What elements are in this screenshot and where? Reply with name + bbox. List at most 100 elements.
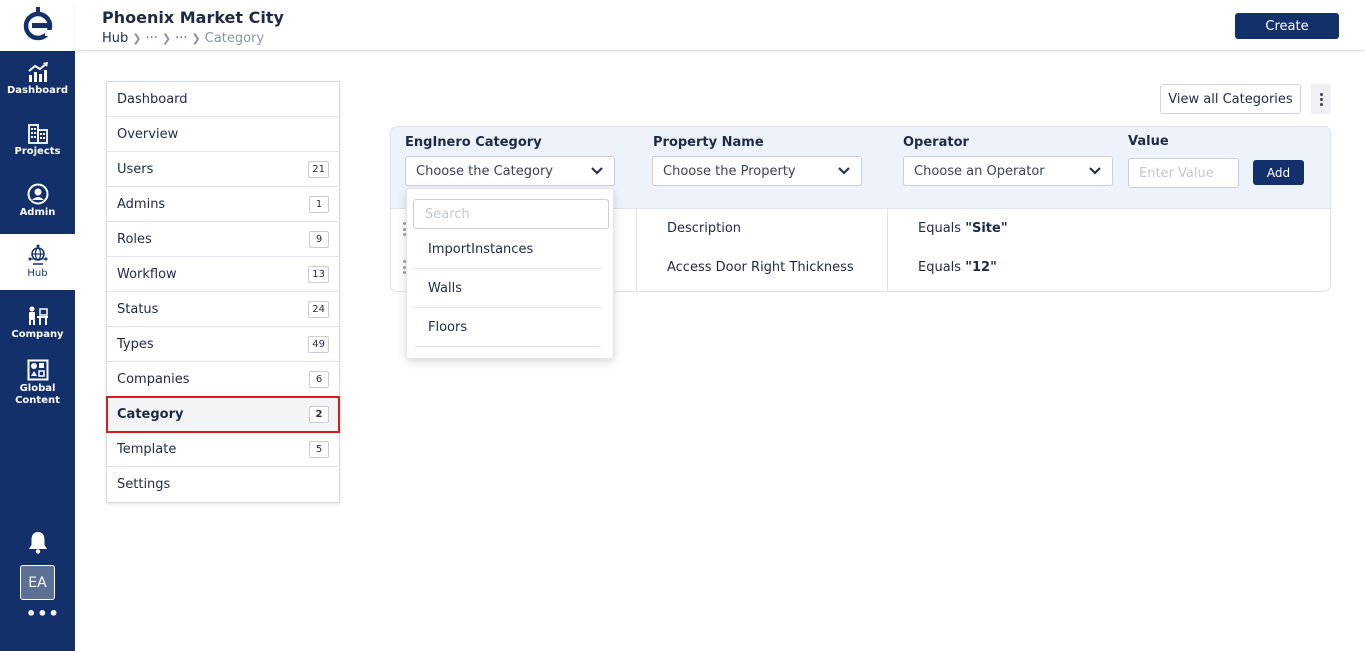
operator-select[interactable]: Choose an Operator bbox=[903, 156, 1113, 186]
rail-item-label: Hub bbox=[27, 268, 48, 279]
dropdown-option-floors[interactable]: Floors bbox=[413, 308, 601, 347]
count-badge: 9 bbox=[309, 231, 329, 248]
rail-item-label: Projects bbox=[14, 146, 61, 157]
menu-item-companies[interactable]: Companies 6 bbox=[107, 362, 339, 397]
category-select[interactable]: Choose the Category bbox=[405, 156, 615, 186]
more-options-button[interactable]: ••• bbox=[26, 606, 59, 626]
dropdown-search-input[interactable] bbox=[413, 199, 609, 229]
menu-item-dashboard[interactable]: Dashboard bbox=[107, 82, 339, 117]
dropdown-option-walls[interactable]: Walls bbox=[413, 269, 601, 308]
menu-item-label: Users bbox=[117, 161, 154, 177]
menu-item-category[interactable]: Category 2 bbox=[106, 396, 340, 433]
app-logo[interactable] bbox=[0, 0, 75, 51]
menu-item-label: Category bbox=[117, 406, 184, 422]
value-input[interactable] bbox=[1128, 158, 1239, 188]
company-desk-icon bbox=[28, 306, 48, 325]
rail-item-hub[interactable]: Hub bbox=[0, 234, 75, 290]
chevron-right-icon: ❯ bbox=[161, 32, 172, 45]
rail-item-admin[interactable]: Admin bbox=[0, 173, 75, 229]
menu-item-label: Template bbox=[117, 441, 177, 457]
kebab-dot bbox=[1319, 102, 1323, 106]
page-title: Phoenix Market City bbox=[102, 8, 284, 27]
kebab-dot bbox=[1319, 92, 1323, 96]
breadcrumb-collapsed-1[interactable]: ··· bbox=[146, 31, 158, 46]
breadcrumb: Hub ❯ ··· ❯ ··· ❯ Category bbox=[102, 31, 264, 46]
rule-property: Description bbox=[667, 221, 742, 236]
menu-item-label: Status bbox=[117, 301, 159, 317]
rail-item-projects[interactable]: Projects bbox=[0, 112, 75, 168]
view-all-categories-button[interactable]: View all Categories bbox=[1160, 84, 1301, 114]
menu-item-workflow[interactable]: Workflow 13 bbox=[107, 257, 339, 292]
buildings-icon bbox=[27, 124, 48, 144]
kebab-menu-button[interactable] bbox=[1311, 84, 1331, 114]
menu-item-status[interactable]: Status 24 bbox=[107, 292, 339, 327]
create-button[interactable]: Create bbox=[1235, 13, 1339, 39]
count-badge: 1 bbox=[309, 196, 329, 213]
kebab-dot bbox=[1319, 97, 1323, 101]
rule-condition: Equals "12" bbox=[918, 260, 997, 275]
count-badge: 5 bbox=[309, 441, 329, 458]
rule-operator: Equals bbox=[918, 221, 962, 236]
menu-item-admins[interactable]: Admins 1 bbox=[107, 187, 339, 222]
rule-value: "12" bbox=[965, 260, 997, 275]
add-rule-button[interactable]: Add bbox=[1253, 160, 1304, 185]
operator-select-value: Choose an Operator bbox=[914, 163, 1045, 179]
property-select[interactable]: Choose the Property bbox=[652, 156, 862, 186]
shapes-grid-icon bbox=[27, 359, 48, 381]
chart-up-icon bbox=[27, 62, 48, 82]
menu-item-label: Types bbox=[117, 336, 154, 352]
category-dropdown: ImportInstances Walls Floors bbox=[406, 188, 614, 359]
chevron-right-icon: ❯ bbox=[132, 32, 142, 45]
chevron-down-icon bbox=[838, 167, 850, 175]
property-select-value: Choose the Property bbox=[663, 163, 796, 179]
rail-item-label: Company bbox=[11, 329, 64, 340]
count-badge: 21 bbox=[308, 161, 329, 178]
menu-item-label: Settings bbox=[117, 477, 171, 492]
count-badge: 49 bbox=[308, 336, 329, 353]
top-header: Phoenix Market City Hub ❯ ··· ❯ ··· ❯ Ca… bbox=[75, 0, 1365, 51]
notifications-button[interactable] bbox=[27, 530, 49, 554]
value-field-label: Value bbox=[1128, 134, 1169, 149]
count-badge: 13 bbox=[308, 266, 329, 283]
rail-item-label: Dashboard bbox=[7, 85, 68, 96]
menu-item-settings[interactable]: Settings bbox=[107, 467, 339, 502]
breadcrumb-collapsed-2[interactable]: ··· bbox=[175, 31, 187, 46]
menu-item-label: Overview bbox=[117, 126, 179, 142]
user-avatar[interactable]: EA bbox=[20, 565, 55, 600]
rail-item-dashboard[interactable]: Dashboard bbox=[0, 51, 75, 107]
rail-item-global-content[interactable]: Global Content bbox=[0, 352, 75, 414]
rule-operator: Equals bbox=[918, 260, 962, 275]
bell-icon bbox=[29, 532, 47, 554]
property-field-label: Property Name bbox=[653, 135, 764, 150]
count-badge: 24 bbox=[308, 301, 329, 318]
user-circle-icon bbox=[27, 183, 48, 205]
menu-item-label: Dashboard bbox=[117, 91, 188, 107]
count-badge: 2 bbox=[309, 406, 329, 423]
engineero-e-logo-icon bbox=[23, 6, 53, 40]
menu-item-label: Roles bbox=[117, 231, 152, 247]
hub-menu: Dashboard Overview Users 21 Admins 1 Rol… bbox=[106, 81, 340, 503]
rule-condition: Equals "Site" bbox=[918, 221, 1008, 236]
chevron-down-icon bbox=[591, 167, 603, 175]
rail-item-label: Admin bbox=[19, 207, 56, 218]
breadcrumb-hub[interactable]: Hub bbox=[102, 31, 128, 46]
menu-item-label: Companies bbox=[117, 371, 190, 387]
rule-value: "Site" bbox=[965, 221, 1008, 236]
chevron-down-icon bbox=[1089, 167, 1101, 175]
menu-item-template[interactable]: Template 5 bbox=[107, 432, 339, 467]
rail-item-company[interactable]: Company bbox=[0, 295, 75, 351]
category-field-label: EngInero Category bbox=[405, 135, 542, 150]
menu-item-users[interactable]: Users 21 bbox=[107, 152, 339, 187]
menu-item-label: Workflow bbox=[117, 266, 177, 282]
menu-item-overview[interactable]: Overview bbox=[107, 117, 339, 152]
count-badge: 6 bbox=[309, 371, 329, 388]
breadcrumb-current: Category bbox=[204, 31, 265, 46]
operator-field-label: Operator bbox=[903, 135, 969, 150]
globe-network-icon bbox=[28, 244, 47, 265]
rail-item-label: Global Content bbox=[15, 383, 60, 406]
menu-item-roles[interactable]: Roles 9 bbox=[107, 222, 339, 257]
category-select-value: Choose the Category bbox=[416, 163, 553, 179]
dropdown-option-importinstances[interactable]: ImportInstances bbox=[413, 230, 601, 269]
menu-item-types[interactable]: Types 49 bbox=[107, 327, 339, 362]
chevron-right-icon: ❯ bbox=[191, 32, 201, 45]
